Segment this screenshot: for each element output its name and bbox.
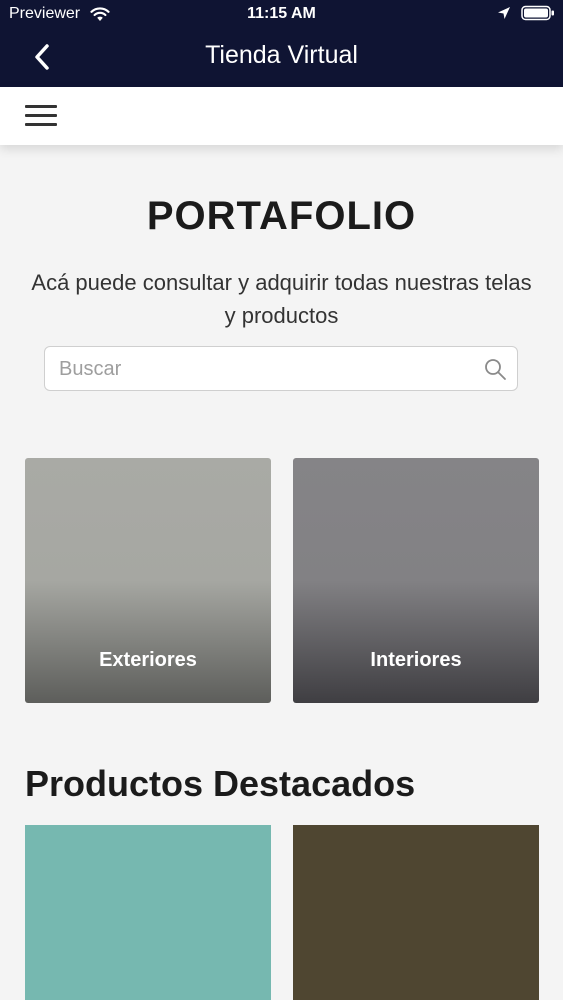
hamburger-icon[interactable] [25, 105, 57, 127]
status-time: 11:15 AM [247, 5, 316, 22]
search-input[interactable] [57, 347, 481, 392]
page-title: PORTAFOLIO [146, 194, 417, 238]
page-subtitle: Acá puede consultar y adquirir todas nue… [31, 270, 532, 328]
search-icon[interactable] [483, 357, 507, 381]
nav-bar: Tienda Virtual [0, 28, 563, 87]
menu-bar [0, 87, 563, 145]
featured-products-title: Productos Destacados [25, 763, 416, 804]
category-card-interiores[interactable]: Interiores [293, 458, 539, 703]
nav-title: Tienda Virtual [205, 41, 358, 69]
category-label: Interiores [370, 649, 462, 671]
featured-product-card[interactable] [25, 825, 271, 1000]
featured-product-card[interactable] [293, 825, 539, 1000]
battery-icon [521, 5, 554, 21]
location-icon [498, 7, 510, 19]
status-bar: Previewer 11:15 AM [0, 0, 563, 28]
category-label: Exteriores [99, 649, 197, 671]
search-box [44, 346, 518, 392]
category-card-exteriores[interactable]: Exteriores [25, 458, 271, 703]
